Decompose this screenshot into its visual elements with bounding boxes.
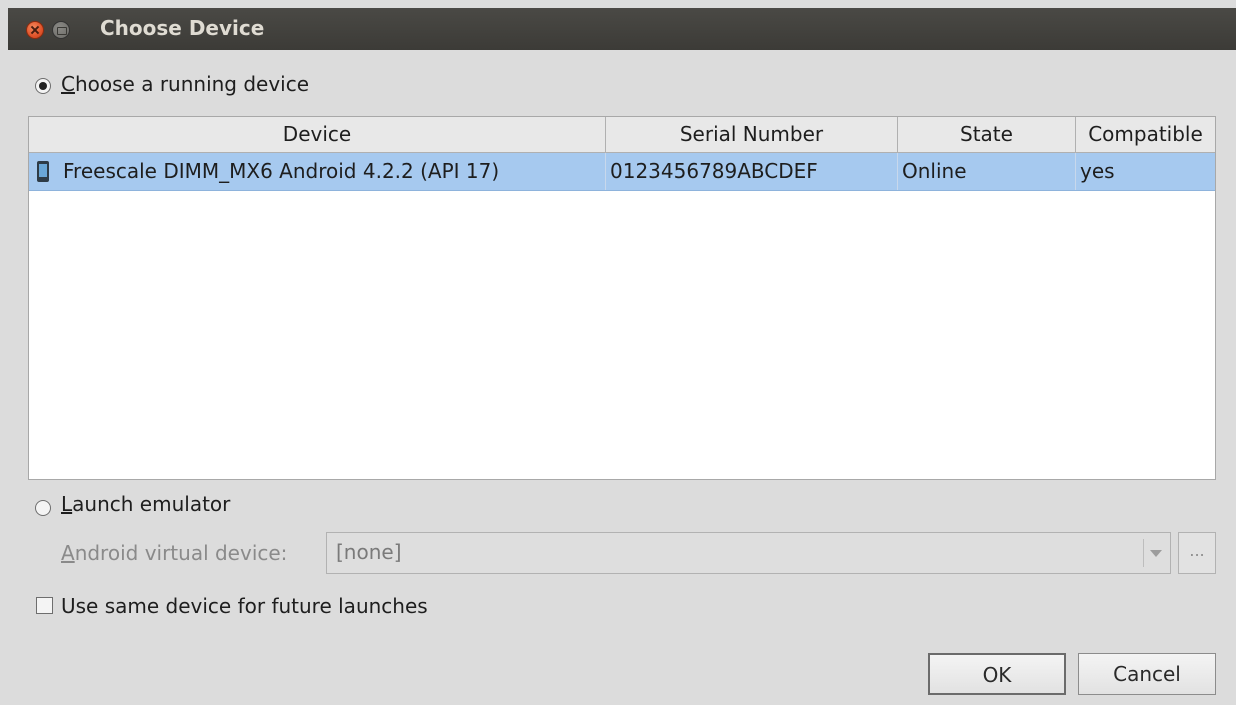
column-header-state[interactable]: State	[898, 117, 1076, 152]
cell-serial: 0123456789ABCDEF	[606, 153, 898, 190]
avd-select[interactable]: [none]	[326, 532, 1171, 574]
avd-select-value: [none]	[336, 540, 402, 564]
cell-compatible: yes	[1080, 159, 1115, 183]
launch-emulator-radio[interactable]	[35, 500, 51, 516]
same-device-checkbox[interactable]	[36, 597, 53, 614]
device-table[interactable]: Device Serial Number State Compatible Fr…	[28, 116, 1216, 480]
close-icon[interactable]	[26, 21, 44, 39]
running-device-label[interactable]: Choose a running device	[61, 72, 309, 96]
table-header: Device Serial Number State Compatible	[29, 117, 1215, 153]
combo-divider	[1143, 539, 1144, 567]
same-device-label[interactable]: Use same device for future launches	[61, 594, 428, 618]
ok-button[interactable]: OK	[928, 653, 1066, 695]
running-device-radio[interactable]	[35, 78, 51, 94]
table-row[interactable]: Freescale DIMM_MX6 Android 4.2.2 (API 17…	[29, 153, 1215, 191]
phone-icon	[37, 161, 49, 182]
title-bar[interactable]: Choose Device	[8, 8, 1236, 50]
choose-device-dialog: Choose Device Choose a running device De…	[8, 8, 1236, 705]
column-header-device[interactable]: Device	[29, 117, 606, 152]
avd-label: Android virtual device:	[61, 541, 288, 565]
launch-emulator-label[interactable]: Launch emulator	[61, 492, 230, 516]
column-header-compatible[interactable]: Compatible	[1076, 117, 1215, 152]
device-name: Freescale DIMM_MX6 Android 4.2.2 (API 17…	[63, 159, 500, 183]
cell-state: Online	[898, 153, 1076, 190]
column-header-serial[interactable]: Serial Number	[606, 117, 898, 152]
window-title: Choose Device	[100, 16, 265, 40]
chevron-down-icon[interactable]	[1150, 550, 1162, 557]
minimize-icon[interactable]	[52, 21, 70, 39]
browse-avd-button[interactable]: ...	[1178, 532, 1216, 574]
cell-device: Freescale DIMM_MX6 Android 4.2.2 (API 17…	[29, 153, 606, 190]
cancel-button[interactable]: Cancel	[1078, 653, 1216, 695]
